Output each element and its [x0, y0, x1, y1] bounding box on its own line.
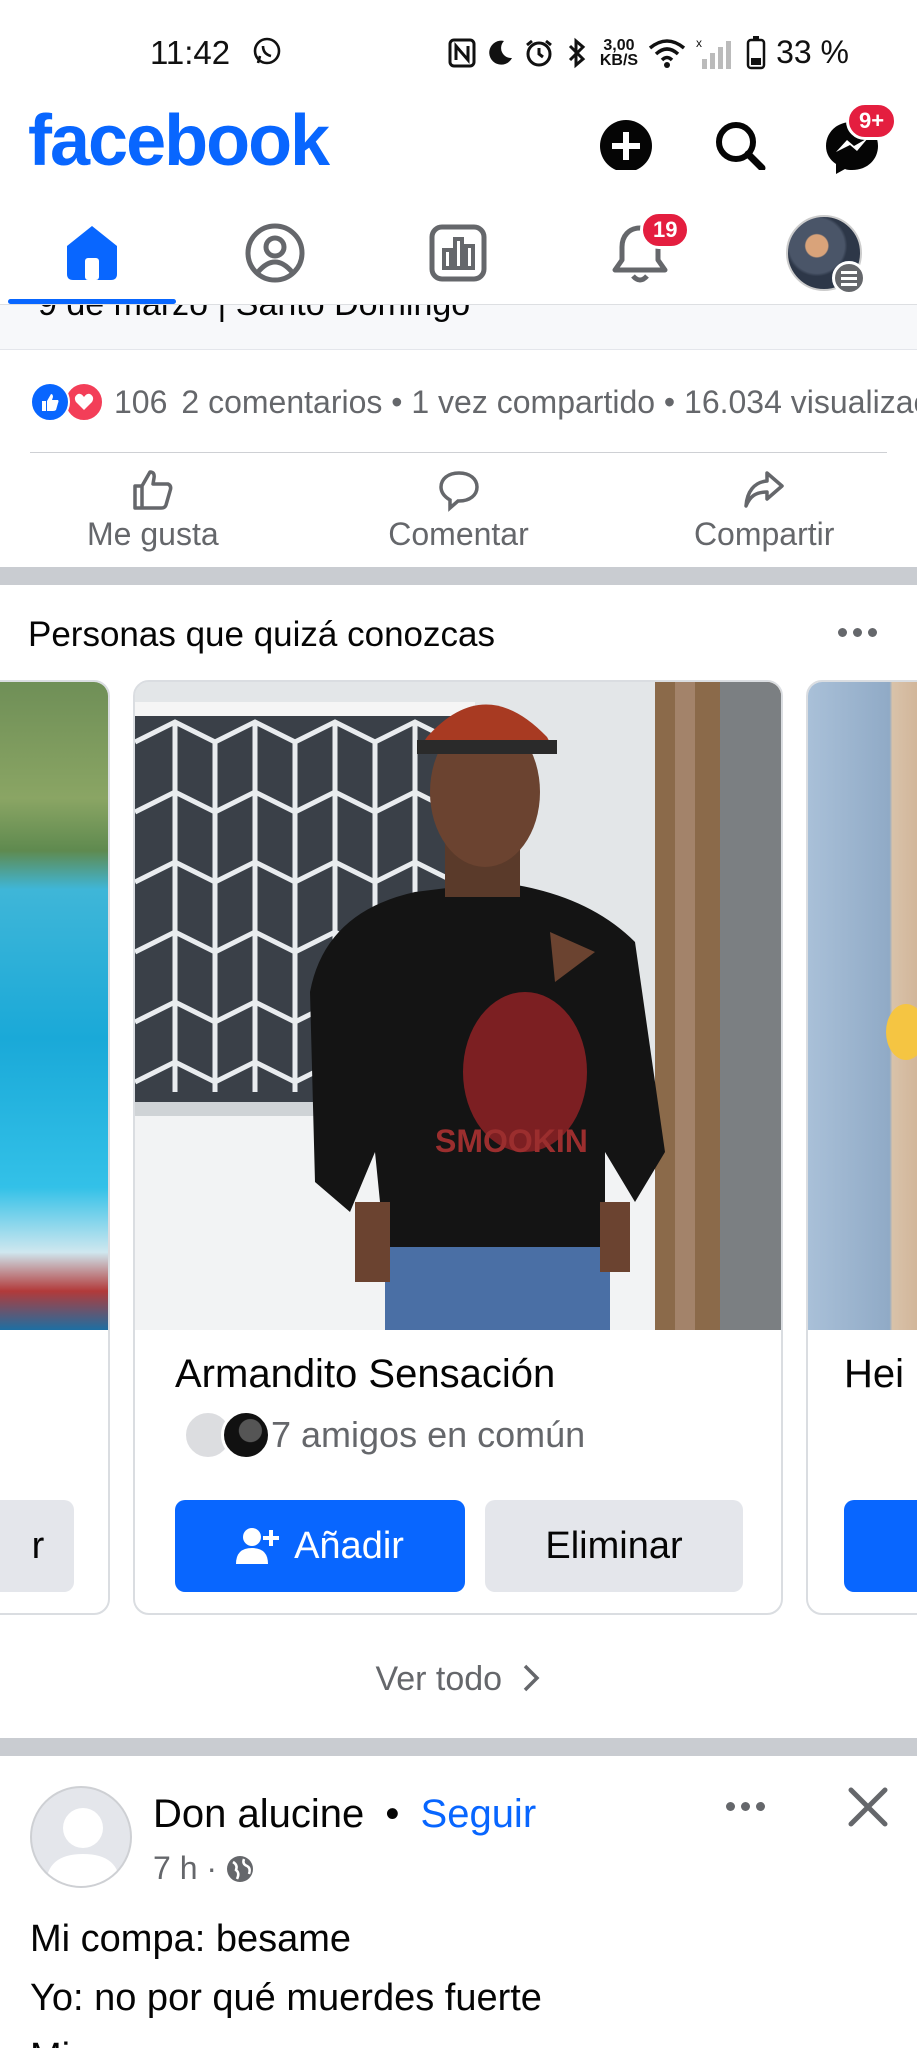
post-time: 7 h · [153, 1850, 218, 1886]
emoji-icon [886, 1004, 917, 1060]
feed-separator-2 [0, 1738, 917, 1756]
more-options-icon[interactable] [838, 628, 877, 637]
post-text-line-3: Mi compa: [30, 2036, 205, 2048]
facebook-logo[interactable]: facebook [28, 100, 330, 182]
tab-dashboard[interactable] [418, 213, 498, 293]
wifi-icon [648, 38, 686, 68]
post-text-line-1: Mi compa: besame [30, 1918, 352, 1960]
default-avatar-icon [46, 1808, 120, 1886]
post-text-line-2: Yo: no por qué muerdes fuerte [30, 1977, 542, 2019]
nfc-icon [448, 38, 476, 67]
author-avatar[interactable] [30, 1786, 132, 1888]
pymk-name-right[interactable]: Hei [844, 1352, 904, 1397]
author-dot: • [385, 1792, 400, 1836]
like-button[interactable]: Me gusta [0, 468, 306, 568]
feed-separator [0, 567, 917, 585]
post-location-text: 9 de marzo | Santo Domingo [38, 305, 470, 324]
mutual-friends-text: 7 amigos en común [271, 1414, 586, 1455]
tab-notifications[interactable]: 19 [600, 211, 691, 293]
mutual-avatar-2 [221, 1410, 271, 1460]
post-location-line: 9 de marzo | Santo Domingo [0, 305, 917, 350]
avatar [786, 215, 866, 295]
close-icon[interactable] [843, 1782, 893, 1832]
tab-menu[interactable] [784, 213, 866, 295]
pymk-photo-right[interactable] [808, 682, 917, 1330]
share-button[interactable]: Compartir [611, 468, 917, 568]
reactions-count: 106 [114, 383, 168, 420]
post-stats[interactable]: 106 2 comentarios • 1 vez compartido • 1… [30, 372, 917, 432]
svg-text:x: x [696, 37, 702, 50]
mutual-friends: 7 amigos en común [183, 1410, 585, 1460]
share-label: Compartir [693, 516, 835, 552]
notifications-badge: 19 [640, 211, 691, 249]
divider [30, 452, 887, 453]
see-all-link[interactable]: Ver todo [0, 1660, 917, 1699]
post-actions: Me gusta Comentar Compartir [0, 468, 917, 568]
pymk-title: Personas que quizá conozcas [28, 615, 495, 654]
pymk-card-right: Hei [806, 680, 917, 1615]
post-author-name[interactable]: Don alucine [153, 1792, 364, 1836]
battery-icon [746, 35, 766, 69]
remove-label: Eliminar [545, 1524, 683, 1567]
add-friend-icon [236, 1528, 280, 1564]
like-label: Me gusta [87, 516, 219, 552]
add-friend-label: Añadir [294, 1524, 404, 1567]
dashboard-icon [429, 224, 487, 282]
thumbs-up-icon [133, 470, 173, 510]
globe-icon [227, 1855, 254, 1882]
alarm-icon [525, 39, 552, 66]
pymk-left-remove-button[interactable]: r [0, 1500, 74, 1592]
status-time: 11:42 [150, 34, 231, 71]
like-reaction-icon [30, 382, 70, 422]
post-author-line: Don alucine • Seguir [153, 1792, 536, 1837]
tab-home[interactable] [52, 213, 132, 293]
shirt-text: SMOOKIN [435, 1123, 588, 1159]
love-reaction-icon [64, 382, 104, 422]
pymk-left-button-fragment: r [31, 1524, 45, 1567]
search-icon[interactable] [710, 110, 770, 170]
network-rate-value: 3,00 [603, 36, 635, 54]
comment-label: Comentar [388, 516, 529, 552]
add-friend-button-right[interactable] [844, 1500, 917, 1592]
pymk-name[interactable]: Armandito Sensación [175, 1352, 555, 1397]
profile-icon [245, 223, 305, 283]
status-icons: 3,00 KB/S x 33 % [448, 34, 849, 71]
comment-icon [438, 471, 479, 512]
messenger-badge: 9+ [846, 102, 898, 140]
home-icon [67, 226, 117, 280]
chevron-right-icon [523, 1664, 540, 1692]
post-meta: 7 h · [153, 1850, 255, 1887]
post-stats-text: 2 comentarios • 1 vez compartido • 16.03… [181, 383, 917, 420]
tab-bar: 19 [0, 205, 917, 305]
add-friend-button[interactable]: Añadir [175, 1500, 465, 1592]
battery-percent: 33 % [776, 34, 849, 70]
network-rate: 3,00 KB/S [599, 36, 639, 69]
pymk-photo-left[interactable] [0, 682, 108, 1330]
see-all-label: Ver todo [375, 1660, 503, 1698]
reaction-icons [30, 382, 104, 422]
pymk-card-left: r [0, 680, 110, 1615]
comment-button[interactable]: Comentar [306, 468, 612, 568]
bluetooth-icon [568, 37, 586, 68]
pymk-photo[interactable]: SMOOKIN [135, 682, 781, 1330]
tab-profile[interactable] [235, 213, 315, 293]
person-photo: SMOOKIN [135, 682, 781, 1330]
active-tab-indicator [8, 299, 176, 304]
network-rate-unit: KB/S [599, 51, 639, 69]
app-header: facebook 9+ [0, 100, 917, 205]
pymk-card: SMOOKIN Armandito Sensación 7 amigos en … [133, 680, 783, 1615]
moon-icon [489, 40, 512, 65]
menu-icon [832, 261, 866, 295]
follow-button[interactable]: Seguir [421, 1792, 537, 1836]
whatsapp-icon [253, 37, 281, 65]
remove-suggestion-button[interactable]: Eliminar [485, 1500, 743, 1592]
messenger-button[interactable]: 9+ [822, 102, 898, 174]
signal-icon: x [696, 37, 732, 69]
share-icon [744, 471, 784, 508]
post-options-icon[interactable] [726, 1802, 765, 1811]
create-plus-icon[interactable] [596, 110, 656, 170]
status-bar: 11:42 3,00 KB/S x 33 % [0, 0, 917, 100]
